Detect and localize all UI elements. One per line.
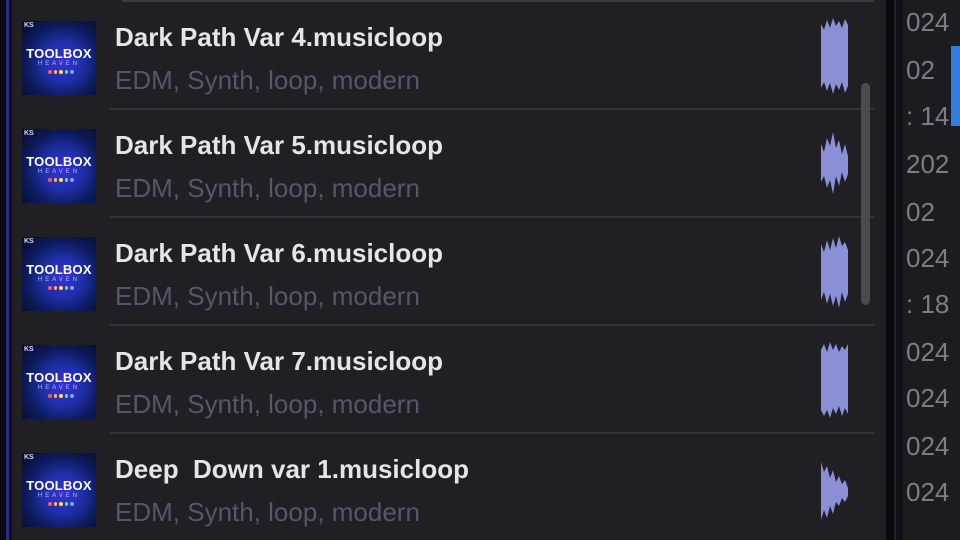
track-info-panel: 024 02 : 14 202 02 024 : 18 024 024 024 … (903, 0, 960, 540)
album-artwork: KS TOOLBOX HEAVEN (22, 21, 96, 95)
waveform-icon (821, 462, 848, 520)
loop-row-deep-down-var-1[interactable]: KS TOOLBOX HEAVEN Deep Down var 1.musicl… (12, 434, 886, 540)
panel-splitter[interactable] (886, 0, 894, 540)
track-info-row: : 18 (906, 289, 950, 319)
artwork-badge: KS (24, 346, 34, 353)
artwork-badge: KS (24, 22, 34, 29)
artwork-dots (48, 286, 74, 290)
waveform-icon (821, 132, 848, 194)
artwork-title: TOOLBOX (26, 478, 92, 493)
loop-row-dark-path-var-7[interactable]: KS TOOLBOX HEAVEN Dark Path Var 7.musicl… (12, 326, 886, 434)
artwork-title: TOOLBOX (26, 154, 92, 169)
artwork-subtitle: HEAVEN (37, 277, 81, 283)
loop-tags: EDM, Synth, loop, modern (115, 389, 420, 419)
album-artwork: KS TOOLBOX HEAVEN (22, 345, 96, 419)
track-info-row: : 14 (906, 101, 950, 131)
artwork-dots (48, 394, 74, 398)
track-info-row: 202 (906, 149, 950, 179)
track-info-row: 024 (906, 383, 950, 413)
artwork-dots (48, 70, 74, 74)
artwork-subtitle: HEAVEN (37, 493, 81, 499)
loop-tags: EDM, Synth, loop, modern (115, 173, 420, 203)
artwork-title: TOOLBOX (26, 46, 92, 61)
loop-tags: EDM, Synth, loop, modern (115, 497, 420, 527)
album-artwork: KS TOOLBOX HEAVEN (22, 453, 96, 527)
scrollbar-thumb[interactable] (861, 83, 870, 305)
loop-title: Dark Path Var 4.musicloop (115, 22, 444, 52)
album-artwork: KS TOOLBOX HEAVEN (22, 129, 96, 203)
track-info-row: 024 (906, 477, 950, 507)
loop-title: Dark Path Var 7.musicloop (115, 346, 444, 376)
track-info-row: 024 (906, 431, 950, 461)
app-window: KS TOOLBOX HEAVEN Dark Path Var 4.musicl… (0, 0, 960, 540)
panel-splitter-line (894, 0, 896, 540)
track-info-row: 024 (906, 7, 950, 37)
loop-row-dark-path-var-6[interactable]: KS TOOLBOX HEAVEN Dark Path Var 6.musicl… (12, 218, 886, 326)
artwork-subtitle: HEAVEN (37, 385, 81, 391)
loop-tags: EDM, Synth, loop, modern (115, 281, 420, 311)
artwork-title: TOOLBOX (26, 370, 92, 385)
artwork-badge: KS (24, 238, 34, 245)
artwork-subtitle: HEAVEN (37, 61, 81, 67)
loop-tags: EDM, Synth, loop, modern (115, 65, 420, 95)
artwork-dots (48, 502, 74, 506)
track-info-row: 02 (906, 197, 935, 227)
waveform-icon (821, 18, 848, 94)
artwork-badge: KS (24, 454, 34, 461)
artwork-badge: KS (24, 130, 34, 137)
waveform-icon (821, 342, 848, 418)
artwork-dots (48, 178, 74, 182)
loop-row-dark-path-var-4[interactable]: KS TOOLBOX HEAVEN Dark Path Var 4.musicl… (12, 2, 886, 110)
left-selection-edge (6, 0, 9, 540)
album-artwork: KS TOOLBOX HEAVEN (22, 237, 96, 311)
loop-title: Dark Path Var 5.musicloop (115, 130, 444, 160)
artwork-subtitle: HEAVEN (37, 169, 81, 175)
artwork-title: TOOLBOX (26, 262, 92, 277)
loop-row-dark-path-var-5[interactable]: KS TOOLBOX HEAVEN Dark Path Var 5.musicl… (12, 110, 886, 218)
track-info-row: 02 (906, 55, 935, 85)
waveform-icon (821, 236, 848, 308)
loop-title: Dark Path Var 6.musicloop (115, 238, 444, 268)
track-info-row: 024 (906, 337, 950, 367)
loop-browser-list: KS TOOLBOX HEAVEN Dark Path Var 4.musicl… (12, 0, 886, 540)
track-info-row: 024 (906, 243, 950, 273)
loop-title: Deep Down var 1.musicloop (115, 454, 469, 484)
